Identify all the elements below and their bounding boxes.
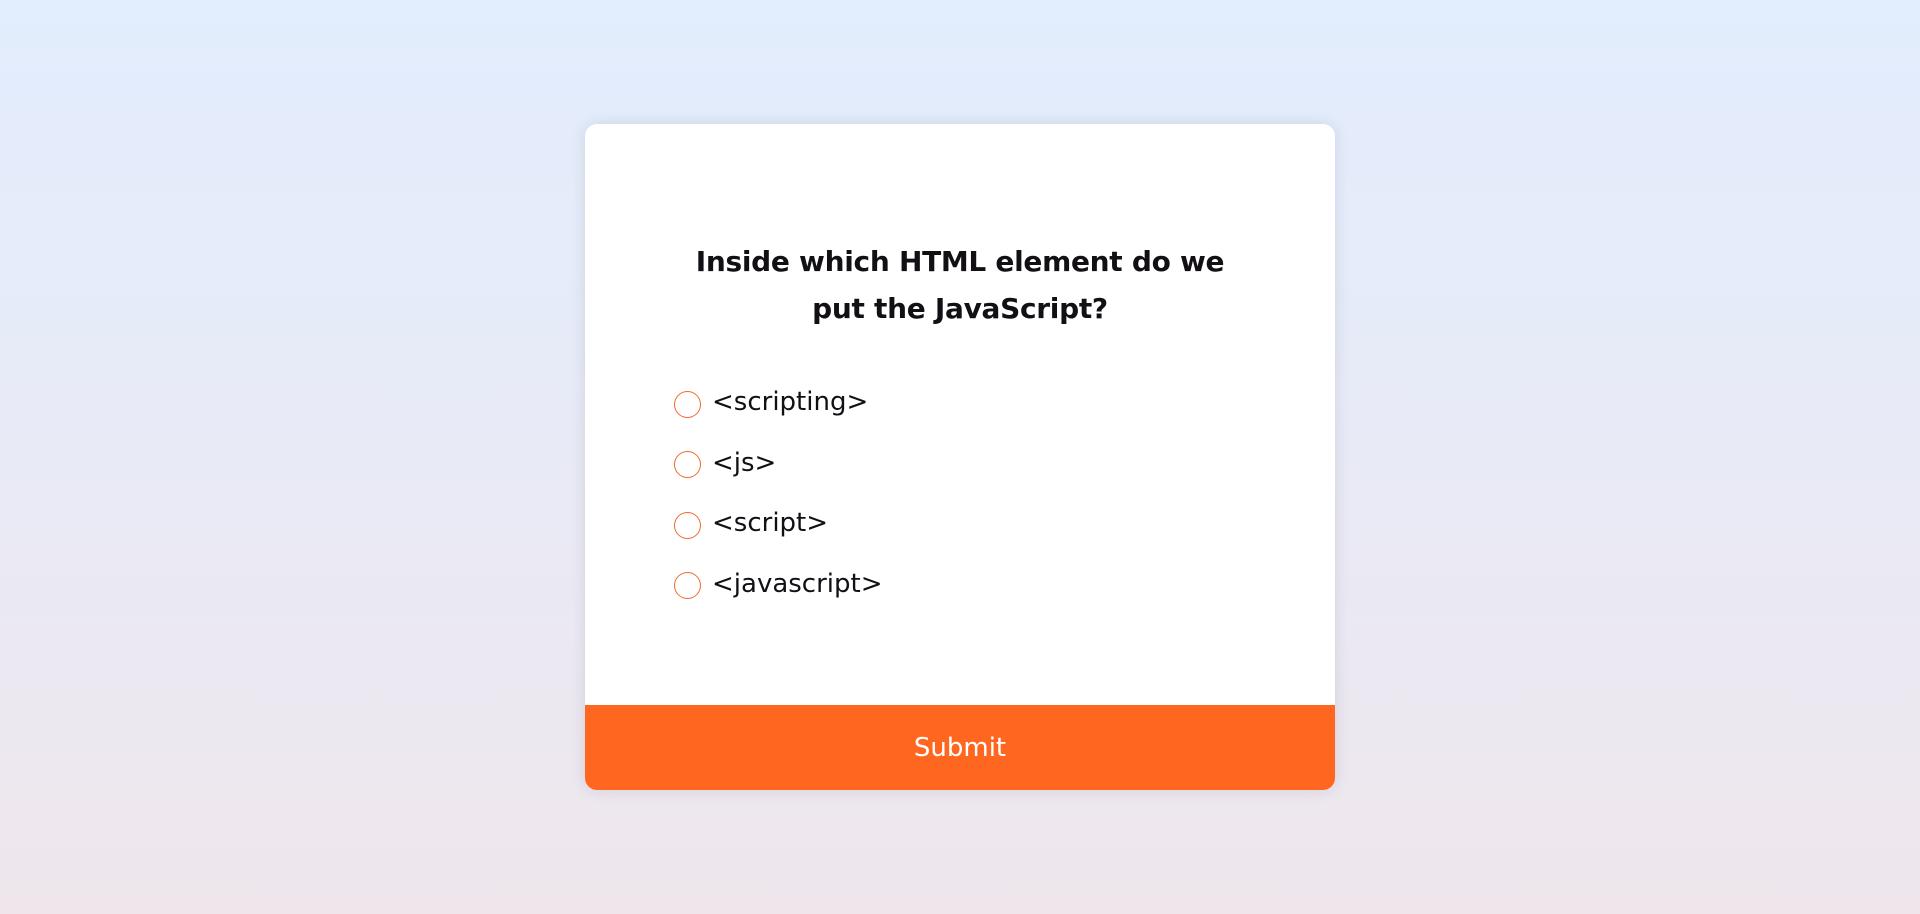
answer-option-javascript[interactable]: <javascript> [674,556,883,617]
radio-button[interactable] [674,390,701,418]
submit-button[interactable]: Submit [585,705,1335,790]
answer-option-label: <js> [712,447,777,478]
page-background: { "quiz": { "question": "Inside which HT… [0,0,1920,914]
question-title: Inside which HTML element do we put the … [695,245,1225,325]
quiz-card: Inside which HTML element do we put the … [585,124,1335,790]
radio-button[interactable] [674,572,701,600]
answer-option-label: <script> [712,508,829,539]
radio-button[interactable] [674,511,701,539]
radio-button[interactable] [674,451,701,479]
answer-option-label: <scripting> [712,387,869,418]
answer-option-script[interactable]: <script> [674,495,883,556]
answer-option-js[interactable]: <js> [674,435,883,496]
answer-options-list: <scripting> <js> <script> <javascript> [674,374,883,616]
answer-option-scripting[interactable]: <scripting> [674,374,883,435]
answer-option-label: <javascript> [712,568,883,599]
